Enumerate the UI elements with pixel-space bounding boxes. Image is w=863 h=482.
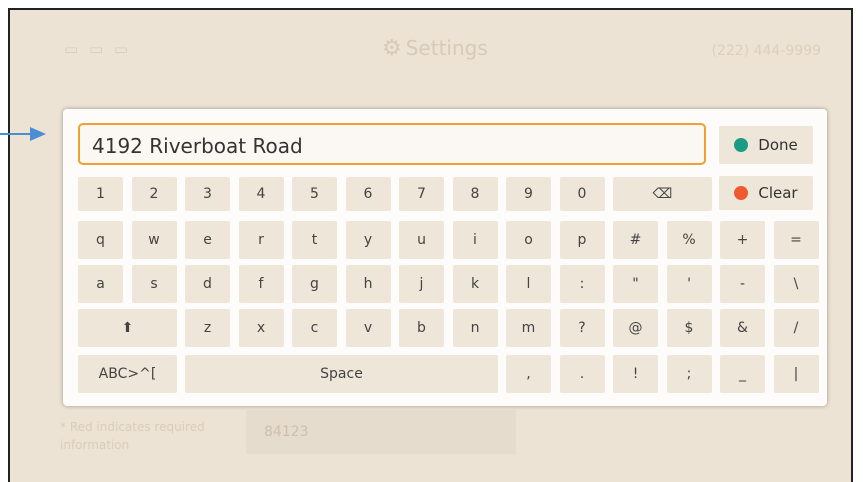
key[interactable]: % — [666, 221, 712, 259]
top-bar: ▭ ▭ ▭ ⚙ Settings (222) 444-9999 — [10, 10, 851, 90]
key[interactable]: y — [345, 221, 391, 259]
key[interactable]: n — [452, 309, 498, 347]
key[interactable]: 2 — [131, 177, 177, 211]
zip-field: 84123 — [246, 410, 516, 454]
key[interactable]: o — [506, 221, 551, 259]
settings-screen: ▭ ▭ ▭ ⚙ Settings (222) 444-9999 * Red ind… — [8, 8, 853, 482]
shift-key[interactable]: ⬆ — [78, 309, 177, 347]
key[interactable]: & — [720, 309, 765, 347]
done-label: Done — [758, 136, 798, 154]
key[interactable]: ; — [666, 355, 712, 393]
key[interactable]: _ — [720, 355, 765, 393]
key[interactable]: 6 — [345, 177, 391, 211]
backspace-key[interactable]: ⌫ — [613, 177, 712, 211]
key[interactable]: x — [238, 309, 284, 347]
key[interactable]: 8 — [452, 177, 498, 211]
key[interactable]: | — [773, 355, 819, 393]
key[interactable]: m — [506, 309, 551, 347]
page-title: ⚙ Settings — [382, 36, 488, 61]
key[interactable]: b — [399, 309, 444, 347]
phone-number: (222) 444-9999 — [711, 43, 822, 59]
key[interactable]: l — [506, 265, 551, 303]
key[interactable]: v — [345, 309, 391, 347]
space-key[interactable]: Space — [185, 355, 498, 393]
address-input-value: 4192 Riverboat Road — [92, 134, 303, 158]
key[interactable]: / — [773, 309, 819, 347]
key[interactable]: w — [131, 221, 177, 259]
key[interactable]: i — [452, 221, 498, 259]
key[interactable]: g — [292, 265, 337, 303]
key[interactable]: 4 — [238, 177, 284, 211]
key[interactable]: , — [506, 355, 551, 393]
key[interactable]: 5 — [292, 177, 337, 211]
key[interactable]: # — [613, 221, 658, 259]
address-input[interactable]: 4192 Riverboat Road — [78, 123, 706, 165]
key[interactable]: \ — [773, 265, 819, 303]
key[interactable]: . — [559, 355, 605, 393]
key[interactable]: 3 — [185, 177, 230, 211]
key[interactable]: = — [773, 221, 819, 259]
key[interactable]: @ — [613, 309, 658, 347]
key[interactable]: 0 — [559, 177, 605, 211]
status-icons: ▭ ▭ ▭ — [64, 40, 132, 58]
clear-label: Clear — [758, 184, 798, 202]
key[interactable]: c — [292, 309, 337, 347]
key[interactable]: j — [399, 265, 444, 303]
key[interactable]: s — [131, 265, 177, 303]
gear-icon: ⚙ — [382, 36, 402, 61]
pointer-arrow — [0, 133, 34, 135]
key[interactable]: ? — [559, 309, 605, 347]
key[interactable]: u — [399, 221, 444, 259]
onscreen-keyboard: 4192 Riverboat Road 1 2 3 4 5 6 7 8 9 0 ⌫ q w e r t y u i o… — [63, 109, 827, 406]
key[interactable]: a — [78, 265, 123, 303]
key[interactable]: : — [559, 265, 605, 303]
key[interactable]: " — [613, 265, 658, 303]
key[interactable]: 9 — [506, 177, 551, 211]
key[interactable]: ! — [613, 355, 658, 393]
zip-field-value: 84123 — [264, 424, 309, 440]
mode-switch-key[interactable]: ABC>^[ — [78, 355, 177, 393]
key[interactable]: e — [185, 221, 230, 259]
key[interactable]: z — [185, 309, 230, 347]
key[interactable]: k — [452, 265, 498, 303]
key[interactable]: 7 — [399, 177, 444, 211]
key[interactable]: d — [185, 265, 230, 303]
key[interactable]: p — [559, 221, 605, 259]
key[interactable]: f — [238, 265, 284, 303]
key[interactable]: 1 — [78, 177, 123, 211]
clear-button[interactable]: Clear — [719, 176, 813, 210]
done-button[interactable]: Done — [719, 126, 813, 164]
key[interactable]: ' — [666, 265, 712, 303]
required-note: * Red indicates required information — [60, 420, 205, 452]
key[interactable]: $ — [666, 309, 712, 347]
pointer-arrow-head-icon — [30, 127, 46, 141]
key[interactable]: h — [345, 265, 391, 303]
page-title-label: Settings — [405, 36, 488, 60]
clear-dot-icon — [734, 186, 749, 200]
key[interactable]: q — [78, 221, 123, 259]
key[interactable]: + — [720, 221, 765, 259]
done-dot-icon — [734, 138, 749, 152]
key[interactable]: - — [720, 265, 765, 303]
key[interactable]: r — [238, 221, 284, 259]
key[interactable]: t — [292, 221, 337, 259]
